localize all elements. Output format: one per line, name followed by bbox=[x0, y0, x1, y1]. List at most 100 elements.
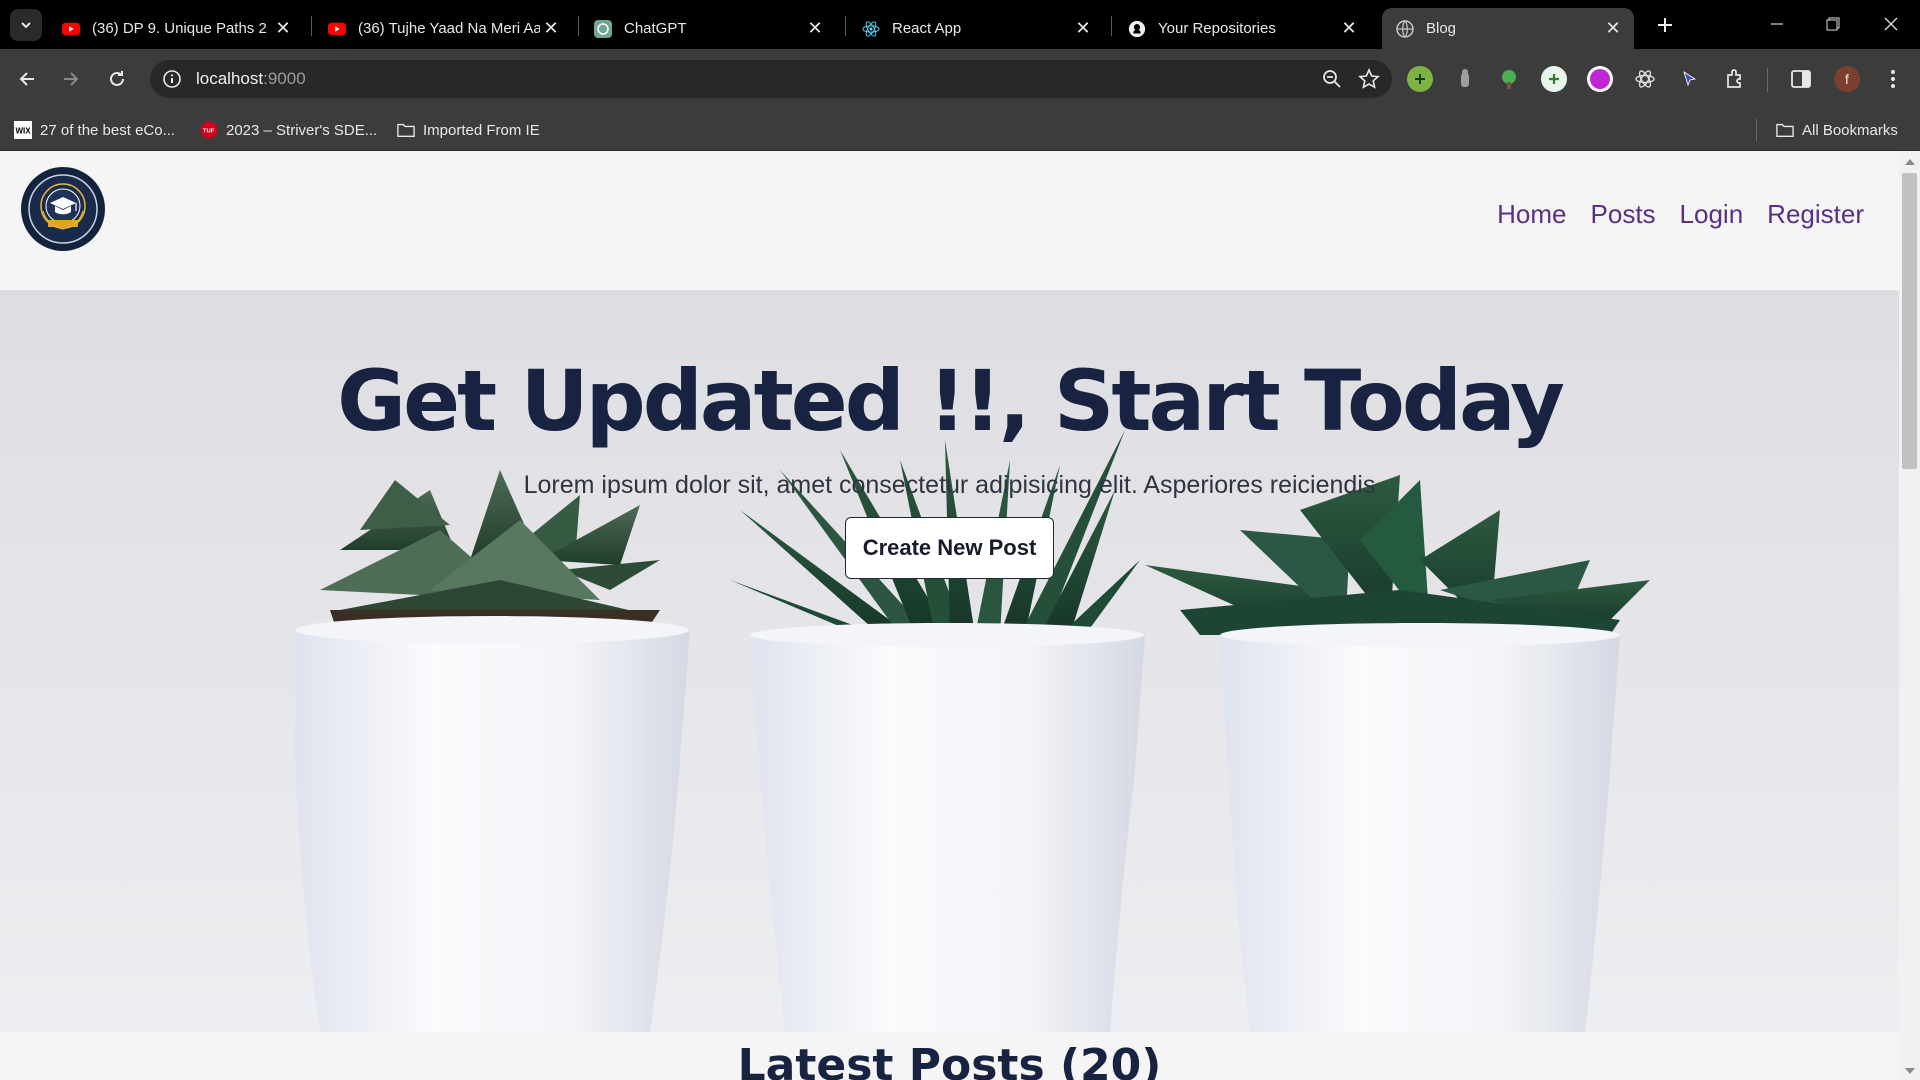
tab-title: Your Repositories bbox=[1158, 20, 1276, 37]
extension-green-plus-icon[interactable] bbox=[1407, 66, 1433, 92]
zoom-out-icon[interactable] bbox=[1322, 69, 1342, 89]
folder-icon bbox=[397, 121, 415, 139]
tab-separator bbox=[1111, 16, 1112, 36]
close-icon[interactable]: ✕ bbox=[804, 18, 826, 40]
extensions-puzzle-icon[interactable] bbox=[1722, 66, 1748, 92]
create-new-post-button[interactable]: Create New Post bbox=[845, 517, 1054, 579]
minimize-icon bbox=[1771, 23, 1783, 25]
chevron-down-icon bbox=[21, 22, 31, 29]
bookmarks-divider bbox=[1756, 119, 1757, 141]
close-icon[interactable]: ✕ bbox=[272, 18, 294, 40]
nav-posts-link[interactable]: Posts bbox=[1591, 199, 1656, 230]
bookmarks-bar: WIX 27 of the best eCo... TUF 2023 – Str… bbox=[0, 109, 1920, 151]
all-bookmarks-label: All Bookmarks bbox=[1802, 121, 1898, 139]
tab-title: (36) DP 9. Unique Paths 2 | Le bbox=[92, 20, 272, 37]
browser-toolbar: localhost:9000 f bbox=[0, 49, 1920, 109]
close-icon[interactable]: ✕ bbox=[1338, 18, 1360, 40]
minimize-button[interactable] bbox=[1755, 6, 1799, 42]
youtube-icon bbox=[328, 20, 346, 38]
restore-button[interactable] bbox=[1811, 6, 1855, 42]
extension-plus-circle-icon[interactable] bbox=[1541, 66, 1567, 92]
chatgpt-icon bbox=[594, 19, 612, 38]
tab-separator bbox=[311, 16, 312, 36]
forward-button[interactable] bbox=[53, 61, 89, 97]
site-header: Home Posts Login Register bbox=[0, 151, 1899, 290]
url-host: localhost bbox=[196, 69, 264, 88]
extension-tree-icon[interactable] bbox=[1496, 66, 1522, 92]
tab-title: (36) Tujhe Yaad Na Meri Aa bbox=[358, 20, 540, 37]
main-nav: Home Posts Login Register bbox=[1497, 199, 1864, 230]
nav-register-link[interactable]: Register bbox=[1767, 199, 1864, 230]
url-port: :9000 bbox=[263, 69, 306, 88]
scroll-thumb[interactable] bbox=[1902, 173, 1917, 469]
tab-blog[interactable]: Blog ✕ bbox=[1382, 8, 1634, 49]
star-icon[interactable] bbox=[1358, 68, 1380, 90]
close-window-button[interactable] bbox=[1869, 6, 1913, 42]
extension-cursor-icon[interactable] bbox=[1676, 66, 1702, 92]
tab-chatgpt[interactable]: ChatGPT ✕ bbox=[580, 8, 836, 49]
nav-home-link[interactable]: Home bbox=[1497, 199, 1566, 230]
nav-login-link[interactable]: Login bbox=[1680, 199, 1744, 230]
hero-subtitle: Lorem ipsum dolor sit, amet consectetur … bbox=[523, 471, 1376, 499]
bookmark-striver[interactable]: TUF 2023 – Striver's SDE... bbox=[200, 120, 377, 140]
svg-text:TUF: TUF bbox=[203, 128, 215, 134]
site-logo[interactable] bbox=[21, 167, 105, 251]
extension-purple-icon[interactable] bbox=[1587, 66, 1613, 92]
arrow-left-icon bbox=[19, 72, 34, 86]
folder-icon bbox=[1776, 121, 1794, 139]
extension-grey-icon[interactable] bbox=[1452, 66, 1478, 92]
bookmark-label: 2023 – Striver's SDE... bbox=[226, 121, 378, 139]
arrow-right-icon bbox=[64, 72, 79, 86]
toolbar-divider bbox=[1767, 68, 1768, 92]
extension-react-devtools-icon[interactable] bbox=[1632, 66, 1658, 92]
plus-icon bbox=[1658, 18, 1672, 32]
latest-posts-title: Latest Posts (20) bbox=[737, 1040, 1162, 1080]
back-button[interactable] bbox=[9, 61, 45, 97]
latest-posts-section: Latest Posts (20) bbox=[0, 1032, 1899, 1080]
bookmark-label: Imported From IE bbox=[423, 121, 540, 139]
bookmark-wix[interactable]: WIX 27 of the best eCo... bbox=[14, 120, 175, 140]
scroll-up-arrow-icon[interactable] bbox=[1905, 159, 1915, 165]
github-icon bbox=[1128, 20, 1146, 38]
restore-icon bbox=[1826, 17, 1840, 31]
reload-button[interactable] bbox=[99, 61, 135, 97]
profile-avatar[interactable]: f bbox=[1834, 66, 1860, 92]
tuf-icon: TUF bbox=[200, 121, 218, 139]
close-icon bbox=[1884, 17, 1898, 31]
hero-title: Get Updated !!, Start Today bbox=[337, 352, 1565, 450]
side-panel-icon[interactable] bbox=[1788, 66, 1814, 92]
academy-logo-icon bbox=[28, 174, 98, 244]
tab-youtube-song[interactable]: (36) Tujhe Yaad Na Meri Aa ✕ bbox=[314, 8, 572, 49]
tab-youtube-dp9[interactable]: (36) DP 9. Unique Paths 2 | Le ✕ bbox=[48, 8, 304, 49]
globe-icon bbox=[1396, 19, 1414, 38]
react-icon bbox=[862, 20, 880, 38]
page-scrollbar[interactable] bbox=[1899, 151, 1920, 1080]
address-bar[interactable]: localhost:9000 bbox=[150, 60, 1392, 98]
tab-github[interactable]: Your Repositories ✕ bbox=[1114, 8, 1370, 49]
close-icon[interactable]: ✕ bbox=[1602, 18, 1624, 40]
menu-kebab-icon[interactable] bbox=[1880, 66, 1906, 92]
bookmark-folder-ie[interactable]: Imported From IE bbox=[397, 120, 540, 140]
close-icon[interactable]: ✕ bbox=[540, 18, 562, 40]
tab-separator bbox=[578, 16, 579, 36]
wix-icon: WIX bbox=[14, 121, 32, 139]
all-bookmarks-button[interactable]: All Bookmarks bbox=[1776, 120, 1898, 140]
reload-icon bbox=[110, 71, 124, 86]
bookmark-label: 27 of the best eCo... bbox=[40, 121, 176, 139]
svg-text:WIX: WIX bbox=[16, 127, 32, 136]
info-icon[interactable] bbox=[162, 69, 182, 89]
new-tab-button[interactable] bbox=[1651, 11, 1679, 39]
page-viewport: Home Posts Login Register Get Updated !!… bbox=[0, 151, 1920, 1080]
hero-section: Get Updated !!, Start Today Lorem ipsum … bbox=[0, 290, 1899, 1032]
tab-title: React App bbox=[892, 20, 962, 37]
url-text[interactable]: localhost:9000 bbox=[196, 69, 306, 89]
scroll-down-arrow-icon[interactable] bbox=[1905, 1068, 1915, 1074]
tab-bar: (36) DP 9. Unique Paths 2 | Le ✕ (36) Tu… bbox=[0, 0, 1920, 49]
tab-search-button[interactable] bbox=[10, 9, 42, 41]
youtube-icon bbox=[62, 20, 80, 38]
tab-react-app[interactable]: React App ✕ bbox=[848, 8, 1104, 49]
tab-title: Blog bbox=[1426, 20, 1457, 37]
close-icon[interactable]: ✕ bbox=[1072, 18, 1094, 40]
tab-title: ChatGPT bbox=[624, 20, 687, 37]
tab-separator bbox=[845, 16, 846, 36]
